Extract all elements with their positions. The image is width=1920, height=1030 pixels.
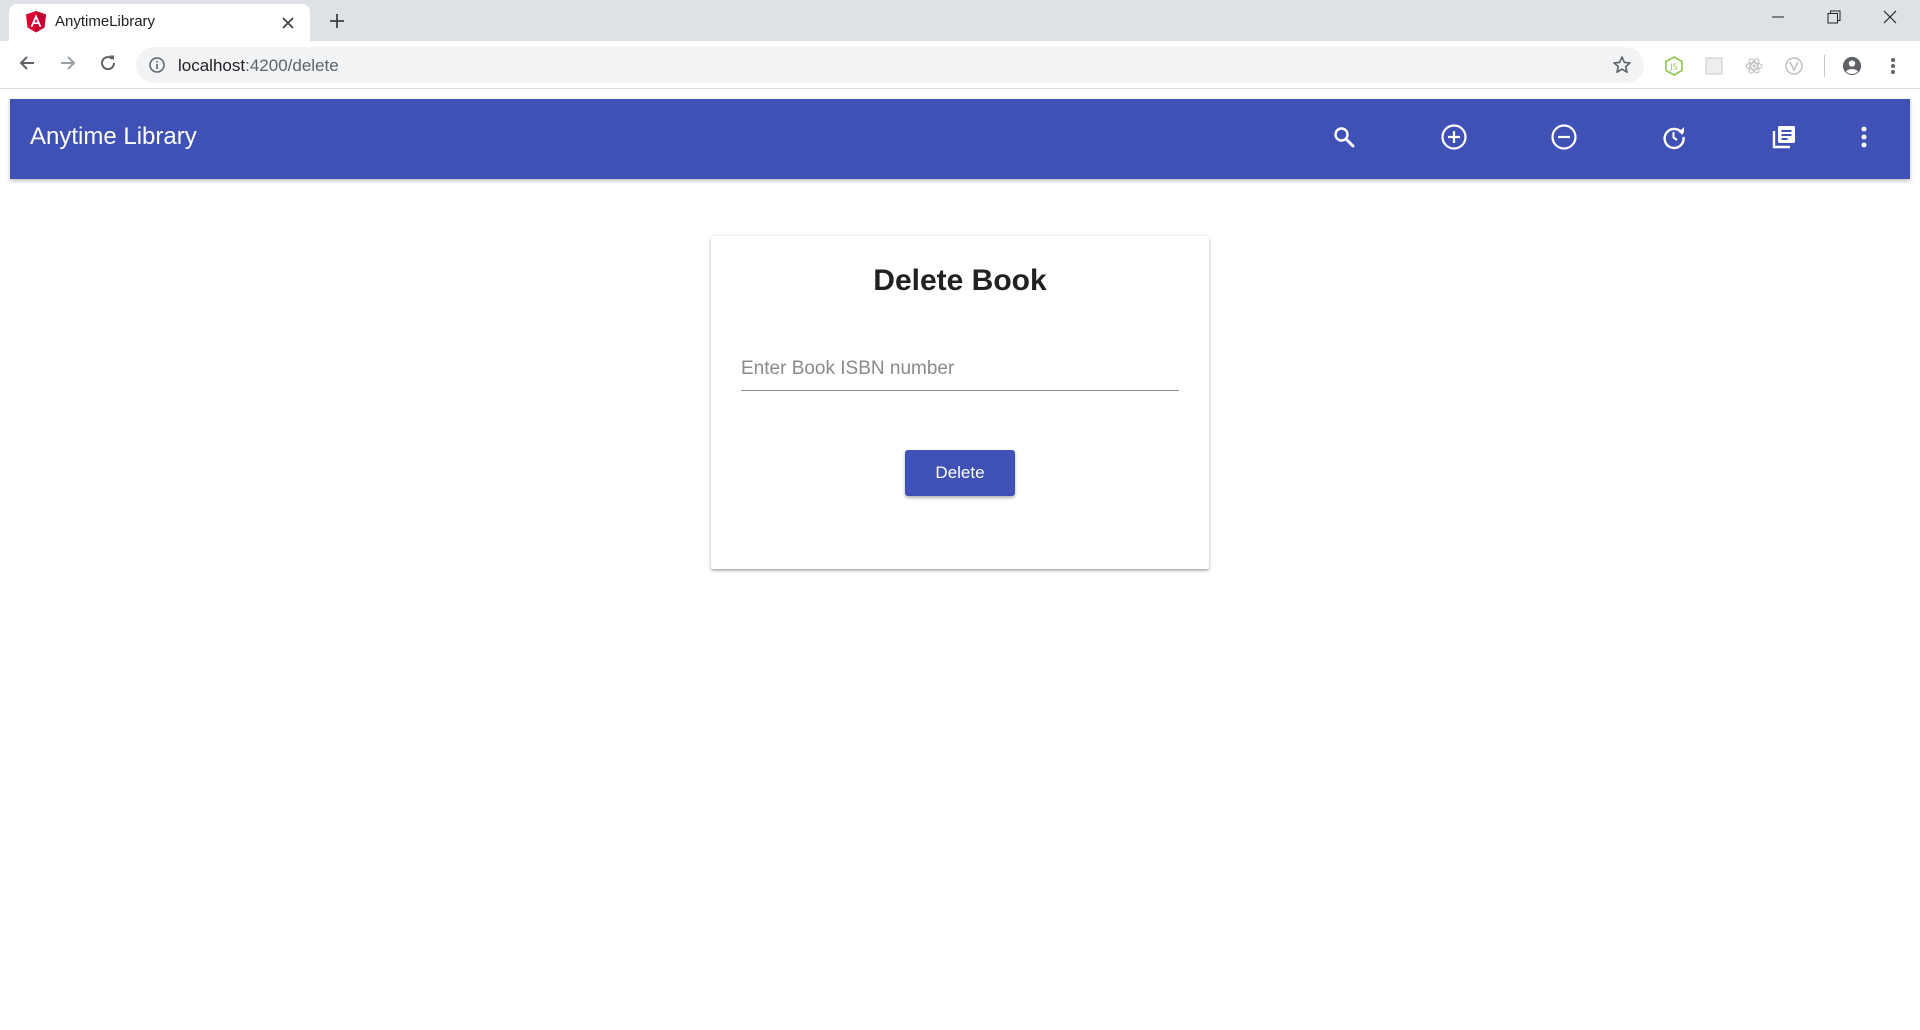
arrow-right-icon bbox=[59, 54, 77, 77]
delete-button[interactable]: Delete bbox=[905, 450, 1015, 496]
reload-icon bbox=[99, 54, 117, 77]
history-icon bbox=[1660, 123, 1688, 156]
remove-circle-icon bbox=[1550, 123, 1578, 156]
add-circle-icon bbox=[1440, 123, 1468, 156]
library-books-icon bbox=[1770, 123, 1798, 156]
star-icon[interactable] bbox=[1612, 55, 1632, 75]
search-icon bbox=[1332, 125, 1356, 154]
reload-button[interactable] bbox=[94, 51, 122, 79]
restore-icon bbox=[1827, 10, 1841, 29]
browser-tabstrip: AnytimeLibrary bbox=[0, 0, 1920, 41]
new-tab-button[interactable] bbox=[323, 9, 351, 37]
history-button[interactable] bbox=[1654, 119, 1694, 159]
more-options-button[interactable] bbox=[1844, 119, 1884, 159]
account-icon[interactable] bbox=[1842, 56, 1862, 76]
extension-icon[interactable] bbox=[1704, 56, 1724, 76]
delete-book-nav-button[interactable] bbox=[1544, 119, 1584, 159]
delete-book-card: Delete Book Delete bbox=[711, 236, 1209, 569]
app-title: Anytime Library bbox=[30, 123, 197, 150]
forward-button[interactable] bbox=[54, 51, 82, 79]
url-path: :4200/delete bbox=[245, 56, 339, 75]
url-host: localhost bbox=[178, 56, 246, 75]
angular-icon bbox=[26, 11, 46, 33]
minimize-button[interactable] bbox=[1750, 0, 1806, 38]
browser-toolbar: localhost:4200/delete JS bbox=[0, 41, 1920, 89]
minimize-icon bbox=[1772, 10, 1784, 28]
more-vert-icon[interactable] bbox=[1883, 56, 1903, 76]
library-button[interactable] bbox=[1764, 119, 1804, 159]
maximize-button[interactable] bbox=[1806, 0, 1862, 38]
arrow-left-icon bbox=[18, 54, 36, 77]
react-icon[interactable] bbox=[1744, 56, 1764, 76]
search-button[interactable] bbox=[1324, 119, 1364, 159]
svg-text:JS: JS bbox=[1669, 63, 1677, 72]
close-icon[interactable] bbox=[278, 13, 298, 33]
url-text: localhost:4200/delete bbox=[178, 56, 339, 76]
isbn-input[interactable] bbox=[741, 347, 1179, 391]
toolbar-divider bbox=[1824, 55, 1825, 77]
app-toolbar: Anytime Library bbox=[10, 99, 1910, 179]
back-button[interactable] bbox=[13, 51, 41, 79]
add-book-button[interactable] bbox=[1434, 119, 1474, 159]
tab-title: AnytimeLibrary bbox=[55, 13, 156, 30]
page-title: Delete Book bbox=[873, 264, 1047, 297]
nodejs-icon[interactable]: JS bbox=[1664, 56, 1684, 76]
vue-icon[interactable] bbox=[1784, 56, 1804, 76]
address-bar[interactable]: localhost:4200/delete bbox=[136, 47, 1644, 83]
close-window-button[interactable] bbox=[1862, 0, 1918, 38]
close-icon bbox=[1883, 10, 1897, 29]
browser-tab[interactable]: AnytimeLibrary bbox=[9, 4, 310, 41]
info-icon[interactable] bbox=[148, 56, 166, 74]
plus-icon bbox=[329, 13, 345, 34]
more-vert-icon bbox=[1861, 126, 1867, 153]
